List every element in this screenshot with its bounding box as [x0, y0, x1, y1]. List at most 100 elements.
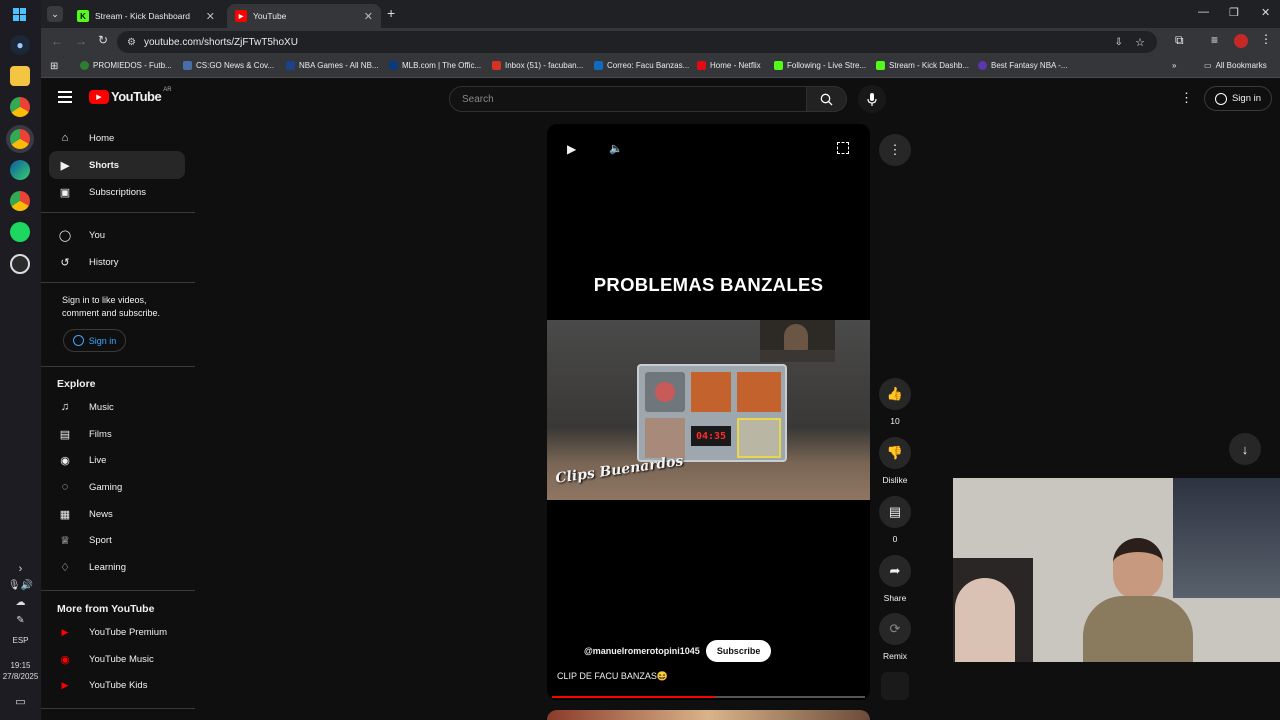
reload-icon[interactable]: ↻	[98, 33, 108, 47]
back-icon[interactable]: ←	[51, 34, 63, 48]
close-tab-icon[interactable]: ✕	[206, 10, 215, 23]
bookmark-item[interactable]: Correo: Facu Banzas...	[594, 61, 689, 70]
tab-kick-dashboard[interactable]: K Stream - Kick Dashboard ✕	[69, 4, 223, 28]
sidebar-sign-in-button[interactable]: Sign in	[63, 329, 126, 352]
play-icon[interactable]: ▶	[567, 142, 576, 156]
address-bar[interactable]: ⚙ youtube.com/shorts/ZjFTwT5hoXU ⇩ ☆	[117, 31, 1157, 53]
thumbs-down-icon[interactable]: 👎	[879, 437, 911, 469]
sidebar-item-shorts[interactable]: ▶ Shorts	[49, 151, 185, 179]
more-bookmarks-icon[interactable]: »	[1172, 61, 1176, 70]
sidebar-item-gaming[interactable]: ◌ Gaming	[49, 473, 185, 501]
windows-start-icon[interactable]	[10, 5, 30, 25]
sidebar-item-live[interactable]: ◉ Live	[49, 446, 185, 474]
chrome-icon-2[interactable]	[10, 191, 30, 211]
sidebar-item-home[interactable]: ⌂ Home	[49, 124, 185, 152]
sound-thumbnail[interactable]	[881, 672, 909, 700]
show-more-icon[interactable]: ›	[0, 563, 41, 575]
clock-time[interactable]: 19:15	[0, 661, 41, 670]
spotify-icon[interactable]	[10, 222, 30, 242]
dislike-action[interactable]: 👎 Dislike	[878, 437, 912, 485]
sidebar-item-label: Gaming	[89, 481, 123, 493]
new-tab-icon[interactable]: +	[387, 5, 395, 21]
bookmark-item[interactable]: MLB.com | The Offic...	[389, 61, 481, 70]
share-icon[interactable]: ➦	[879, 555, 911, 587]
shorts-player[interactable]: ▶ 🔈 PROBLEMAS BANZALES 04:35 Clips Buena…	[547, 124, 870, 700]
close-window-icon[interactable]: ✕	[1261, 6, 1270, 19]
minimize-icon[interactable]: —	[1198, 6, 1209, 18]
more-options-icon[interactable]: ⋮	[879, 134, 911, 166]
bookmark-star-icon[interactable]: ☆	[1135, 36, 1145, 49]
more-actions[interactable]: ⋮	[878, 134, 912, 166]
pen-icon[interactable]: ✎	[0, 615, 41, 626]
remix-action[interactable]: ⟳ Remix	[878, 613, 912, 661]
all-bookmarks[interactable]: ▭ All Bookmarks	[1204, 61, 1267, 70]
like-action[interactable]: 👍 10	[878, 378, 912, 426]
remix-icon[interactable]: ⟳	[879, 613, 911, 645]
url-text[interactable]: youtube.com/shorts/ZjFTwT5hoXU	[144, 37, 298, 48]
extensions-icon[interactable]: ⧉	[1175, 33, 1184, 48]
chrome-icon[interactable]	[10, 97, 30, 117]
bookmark-item[interactable]: CS:GO News & Cov...	[183, 61, 274, 70]
bookmark-item[interactable]: Inbox (51) - facuban...	[492, 61, 583, 70]
fullscreen-icon[interactable]	[837, 142, 849, 154]
media-control-icon[interactable]: ≡	[1211, 33, 1218, 47]
progress-bar-track[interactable]	[552, 696, 865, 698]
search-input[interactable]: Search	[449, 86, 807, 112]
forward-icon[interactable]: →	[75, 34, 87, 48]
bookmark-item[interactable]: Best Fantasy NBA -...	[978, 61, 1067, 70]
file-explorer-icon[interactable]	[10, 66, 30, 86]
steam-icon[interactable]: ●	[10, 35, 30, 55]
sidebar-item-youtube-kids[interactable]: ▶ YouTube Kids	[49, 671, 185, 699]
volume-icon[interactable]: 🔈	[609, 142, 623, 155]
sidebar-item-learning[interactable]: ♢ Learning	[49, 553, 185, 581]
channel-name[interactable]: @manuelromerotopini1045	[584, 646, 700, 656]
bookmark-item[interactable]: Following - Live Stre...	[774, 61, 866, 70]
next-short-button[interactable]: ↓	[1229, 433, 1261, 465]
sidebar-item-sport[interactable]: ♕ Sport	[49, 526, 185, 554]
browser-menu-icon[interactable]: ⋮	[1260, 32, 1272, 46]
share-action[interactable]: ➦ Share	[878, 555, 912, 603]
edge-icon[interactable]	[10, 160, 30, 180]
sidebar-item-you[interactable]: ◯ You	[49, 221, 185, 249]
sidebar-item-music[interactable]: ♫ Music	[49, 393, 185, 421]
sidebar-item-history[interactable]: ↺ History	[49, 248, 185, 276]
apps-grid-icon[interactable]: ⊞	[50, 61, 58, 72]
sidebar-item-premium[interactable]: ▶ YouTube Premium	[49, 618, 185, 646]
bookmark-item[interactable]: Home - Netflix	[697, 61, 761, 70]
youtube-play-icon: ▶	[89, 89, 109, 104]
settings-menu-icon[interactable]: ⋮	[1180, 90, 1193, 106]
menu-icon[interactable]	[58, 91, 72, 103]
restore-icon[interactable]: ❐	[1229, 6, 1239, 19]
youtube-favicon-icon: ▶	[235, 10, 247, 22]
sidebar-item-subscriptions[interactable]: ▣ Subscriptions	[49, 178, 185, 206]
sidebar-item-news[interactable]: ▦ News	[49, 500, 185, 528]
comment-icon[interactable]: ▤	[879, 496, 911, 528]
tab-search-icon[interactable]: ⌄	[47, 6, 63, 22]
close-tab-icon[interactable]: ✕	[364, 10, 373, 23]
progress-bar-fill	[552, 696, 715, 698]
chrome-profile-icon[interactable]	[10, 129, 30, 149]
bookmark-item[interactable]: NBA Games - All NB...	[286, 61, 379, 70]
profile-avatar[interactable]	[1234, 34, 1248, 48]
obs-icon[interactable]	[10, 254, 30, 274]
header-sign-in-button[interactable]: Sign in	[1204, 86, 1272, 111]
sidebar-item-youtube-music[interactable]: ◉ YouTube Music	[49, 645, 185, 673]
sidebar-item-films[interactable]: ▤ Films	[49, 420, 185, 448]
comments-action[interactable]: ▤ 0	[878, 496, 912, 544]
thumbs-up-icon[interactable]: 👍	[879, 378, 911, 410]
bookmark-item[interactable]: PROMIEDOS - Futb...	[80, 61, 172, 70]
clock-date[interactable]: 27/8/2025	[0, 672, 41, 681]
subscribe-button[interactable]: Subscribe	[705, 640, 772, 662]
search-button[interactable]	[807, 86, 847, 112]
site-info-icon[interactable]: ⚙	[127, 37, 136, 48]
tab-youtube[interactable]: ▶ YouTube ✕	[227, 4, 381, 28]
voice-search-button[interactable]	[858, 85, 886, 113]
bookmark-item[interactable]: Stream - Kick Dashb...	[876, 61, 969, 70]
language-indicator[interactable]: ESP	[0, 636, 41, 645]
mic-volume-icon[interactable]: 🎙🔊	[0, 580, 41, 591]
youtube-logo[interactable]: ▶ YouTube AR	[89, 87, 172, 104]
bomb-module-wires-2	[737, 372, 781, 412]
network-icon[interactable]: ☁	[0, 597, 41, 608]
install-icon[interactable]: ⇩	[1115, 37, 1123, 48]
notifications-icon[interactable]: ▭	[0, 695, 41, 708]
